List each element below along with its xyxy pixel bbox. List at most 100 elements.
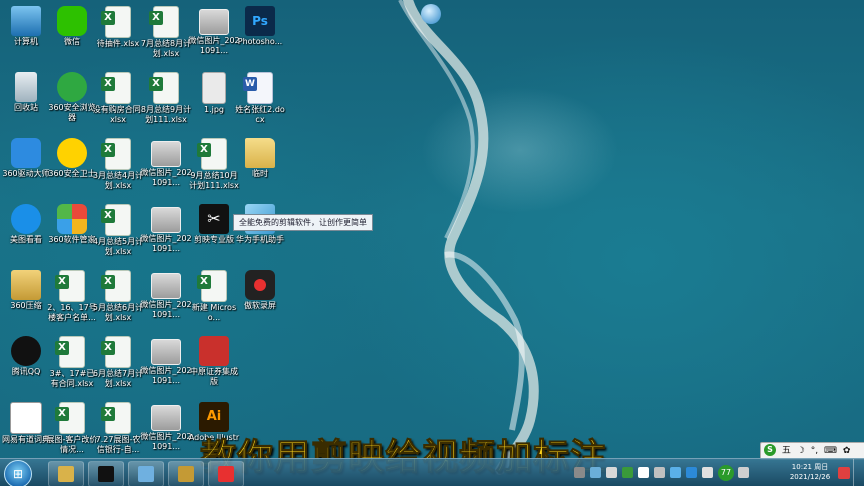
tray-arrow-icon[interactable] [738,467,749,478]
desktop-icon-label: 360软件管家 [48,235,96,244]
desktop-icon-img[interactable]: 微信图片_2021091... [140,136,192,198]
keyboard-icon[interactable]: ⌨ [824,443,837,459]
desktop-icon-excel[interactable]: 3#、17#已有合同.xlsx [46,334,98,396]
desktop-icon-label: 8月总结9月计划111.xlsx [140,105,192,124]
taskbar-button-winrar[interactable] [168,461,204,486]
tray-flag-icon[interactable] [590,467,601,478]
taskbar-button-paint[interactable] [128,461,164,486]
capcut-icon [98,466,114,482]
tray-speaker-icon[interactable] [702,467,713,478]
rar-icon [11,270,41,300]
excel-icon [101,402,131,434]
word-icon [243,72,273,104]
desktop-icon-img[interactable]: 微信图片_2021091... [140,334,192,396]
desktop-icon-ps[interactable]: Ps Photosho... [234,4,286,66]
tray-power-icon[interactable] [654,467,665,478]
moon-icon[interactable]: ☽ [797,443,805,459]
clock[interactable]: 10:21 周日 2021/12/26 [788,462,832,482]
desktop-icon-label: 微信图片_2021091... [188,36,240,55]
tray-network-icon[interactable] [574,467,585,478]
desktop-icon-capcut[interactable]: ✂ 剪映专业版 [188,202,240,264]
rec-icon [245,270,275,300]
desktop-icon-excel[interactable]: 9月总结10月计划111.xlsx [188,136,240,198]
desktop-icon-excel[interactable]: 6月总结7月计划.xlsx [92,334,144,396]
skin-icon[interactable]: ✿ [843,443,851,459]
img-icon [151,273,181,299]
desktop-icon-word[interactable]: 姓名张红2.docx [234,70,286,132]
start-button[interactable]: ⊞ [4,460,32,486]
punct-icon[interactable]: °, [811,443,818,459]
tray-notification-icon[interactable] [838,467,850,479]
sogou-icon[interactable]: S [764,443,776,456]
capcut-tooltip: 全能免费的剪辑软件，让创作更简单 [233,214,373,231]
clock-time: 10:21 周日 [791,463,829,471]
desktop-icon-news[interactable]: 网易有道词典 [0,400,52,462]
desktop-icon-label: 6月总结7月计划.xlsx [92,369,144,388]
desktop-icon-label: 5月总结6月计划.xlsx [92,303,144,322]
desktop-icon-excel[interactable]: 7月总结8月计划.xlsx [140,4,192,66]
360drv-icon [11,138,41,168]
excel-icon [197,270,227,302]
film-icon [11,204,41,234]
taskbar-button-capcut[interactable] [88,461,124,486]
excel-icon [55,336,85,368]
desktop-icon-360drv[interactable]: 360驱动大师 [0,136,52,198]
desktop-icon-wechat[interactable]: 微信 [46,4,98,66]
news-icon [10,402,42,434]
img-icon [199,9,229,35]
system-tray: 77 10:21 周日 2021/12/26 [564,459,864,486]
desktop-icon-excel[interactable]: 2、16、17号楼客户名单... [46,268,98,330]
desktop-icon-qq[interactable]: 腾讯QQ [0,334,52,396]
excel-icon [101,138,131,170]
desktop-icon-label: 微信图片_2021091... [140,366,192,385]
desktop-icon-folder[interactable]: 临时 [234,136,286,198]
tray-wifi-icon[interactable] [670,467,681,478]
desktop-icon-label: 360安全卫士 [48,169,96,178]
desktop-icon-label: 傲软录屏 [244,301,276,310]
desktop-icon-360soft[interactable]: 360软件管家 [46,202,98,264]
desktop-icon-excel[interactable]: 没有购房合同.xlsx [92,70,144,132]
desktop-icon-excel[interactable]: 新建 Microso... [188,268,240,330]
desktop-icon-360br[interactable]: 360安全浏览器 [46,70,98,132]
desktop-icon-img[interactable]: 微信图片_2021091... [140,268,192,330]
tray-volume-icon[interactable] [638,467,649,478]
tray-360-icon[interactable] [622,467,633,478]
desktop-icon-pc[interactable]: 计算机 [0,4,52,66]
desktop-icon-film[interactable]: 美图看看 [0,202,52,264]
desktop-icon-img[interactable]: 微信图片_2021091... [188,4,240,66]
ime-mode-label[interactable]: 五 [782,443,791,459]
desktop-icon-label: 回收站 [14,103,38,112]
desktop-icon-360sec[interactable]: 360安全卫士 [46,136,98,198]
taskbar-button-recorder[interactable] [208,461,244,486]
desktop-icon-huawei[interactable]: 华为手机助手 [234,202,286,264]
desktop-icon-excel[interactable]: 展图-客户改价情况... [46,400,98,462]
capcut-icon: ✂ [199,204,229,234]
desktop-icon-img[interactable]: 微信图片_2021091... [140,400,192,462]
desktop-icon-label: 微信图片_2021091... [140,234,192,253]
show-desktop-button[interactable] [853,459,864,486]
tray-badge-icon[interactable]: 77 [718,465,734,481]
excel-icon [149,6,179,38]
desktop-icon-bin[interactable]: 回收站 [0,70,52,132]
desktop-icon-img[interactable]: 微信图片_2021091... [140,202,192,264]
taskbar-button-explorer[interactable] [48,461,84,486]
desktop-icon-label: 没有购房合同.xlsx [92,105,144,124]
desktop-icon-excel[interactable]: 7.27展图-农信银行-自... [92,400,144,462]
desktop-icon-label: 微信图片_2021091... [140,300,192,319]
qq-icon [11,336,41,366]
desktop-icon-label: 微信图片_2021091... [140,432,192,451]
desktop-icon-stock[interactable]: 中原证券集成版 [188,334,240,396]
desktop-icon-rec[interactable]: 傲软录屏 [234,268,286,330]
floating-ball-icon[interactable] [421,4,441,24]
desktop-icon-excel[interactable]: 5月总结6月计划.xlsx [92,268,144,330]
desktop-icon-label: 9月总结10月计划111.xlsx [189,171,239,190]
desktop-icon-excel[interactable]: 3月总结4月计划.xlsx [92,136,144,198]
desktop-icon-excel[interactable]: 4月总结5月计划.xlsx [92,202,144,264]
excel-icon [101,336,131,368]
desktop-icon-rar[interactable]: 360压缩 [0,268,52,330]
desktop-icon-jpg[interactable]: 1.jpg [188,70,240,132]
desktop-icon-excel[interactable]: 待抽件.xlsx [92,4,144,66]
desktop-icon-excel[interactable]: 8月总结9月计划111.xlsx [140,70,192,132]
tray-qq-icon[interactable] [686,467,697,478]
tray-usb-icon[interactable] [606,467,617,478]
